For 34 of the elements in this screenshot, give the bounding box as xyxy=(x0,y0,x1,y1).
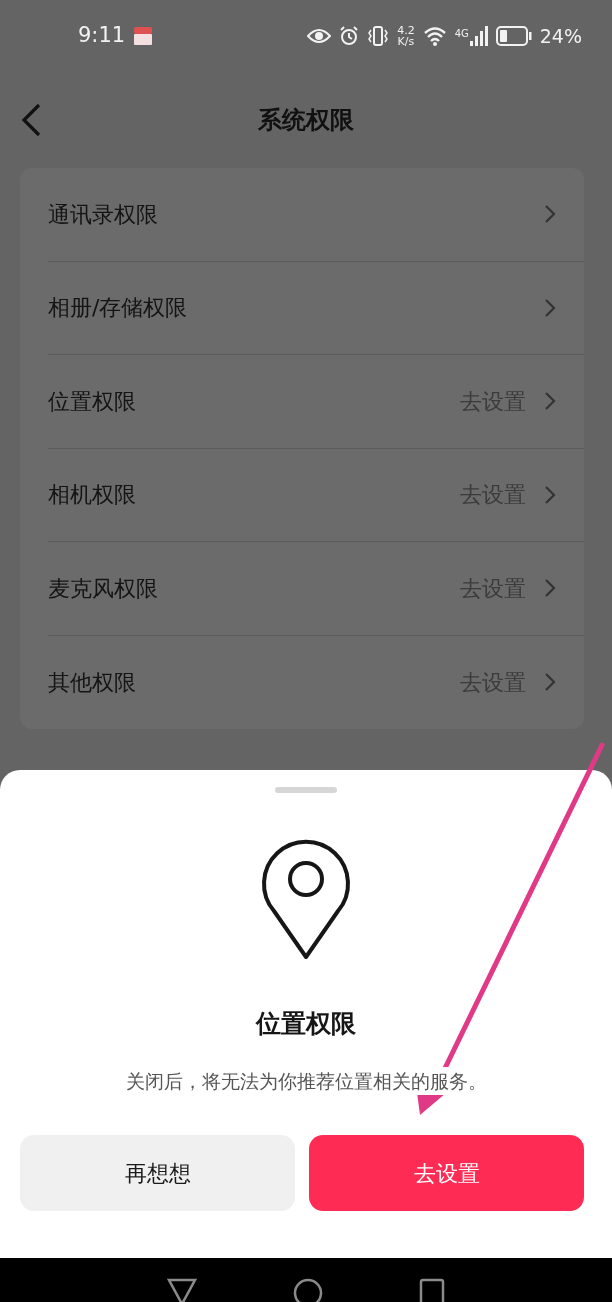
notification-app-icon xyxy=(133,27,154,45)
alarm-icon xyxy=(339,26,360,46)
battery-percentage: 24% xyxy=(539,23,582,49)
chevron-right-icon xyxy=(544,204,556,225)
permission-label: 相册/存储权限 xyxy=(48,294,188,323)
chevron-right-icon xyxy=(544,391,556,412)
cancel-button[interactable]: 再想想 xyxy=(20,1135,295,1211)
drag-handle[interactable] xyxy=(275,787,337,793)
sheet-title: 位置权限 xyxy=(256,1008,356,1040)
network-speed-value: 4.2 xyxy=(397,25,415,36)
page-title: 系统权限 xyxy=(258,105,354,136)
chevron-right-icon xyxy=(544,578,556,599)
vibrate-icon xyxy=(367,26,390,46)
permission-label: 其他权限 xyxy=(48,668,136,697)
back-triangle-icon[interactable] xyxy=(167,1278,197,1302)
permission-label: 麦克风权限 xyxy=(48,574,158,603)
permission-label: 通讯录权限 xyxy=(48,200,158,229)
battery-icon xyxy=(495,26,532,46)
chevron-right-icon xyxy=(544,672,556,693)
network-speed-unit: K/s xyxy=(397,36,415,47)
permission-label: 位置权限 xyxy=(48,387,136,416)
permission-row[interactable]: 相册/存储权限 xyxy=(48,261,584,355)
network-type: 4G xyxy=(454,27,469,41)
wifi-icon xyxy=(422,26,447,46)
recent-apps-icon[interactable] xyxy=(419,1278,445,1302)
back-icon[interactable] xyxy=(20,103,42,137)
go-to-settings-button[interactable]: 去设置 xyxy=(309,1135,584,1211)
chevron-right-icon xyxy=(544,484,556,505)
permission-label: 相机权限 xyxy=(48,481,136,510)
chevron-right-icon xyxy=(544,297,556,318)
permission-row[interactable]: 通讯录权限 xyxy=(48,168,584,262)
signal-icon xyxy=(469,26,488,46)
eye-icon xyxy=(307,28,332,44)
clock-time: 9:11 xyxy=(78,22,126,50)
